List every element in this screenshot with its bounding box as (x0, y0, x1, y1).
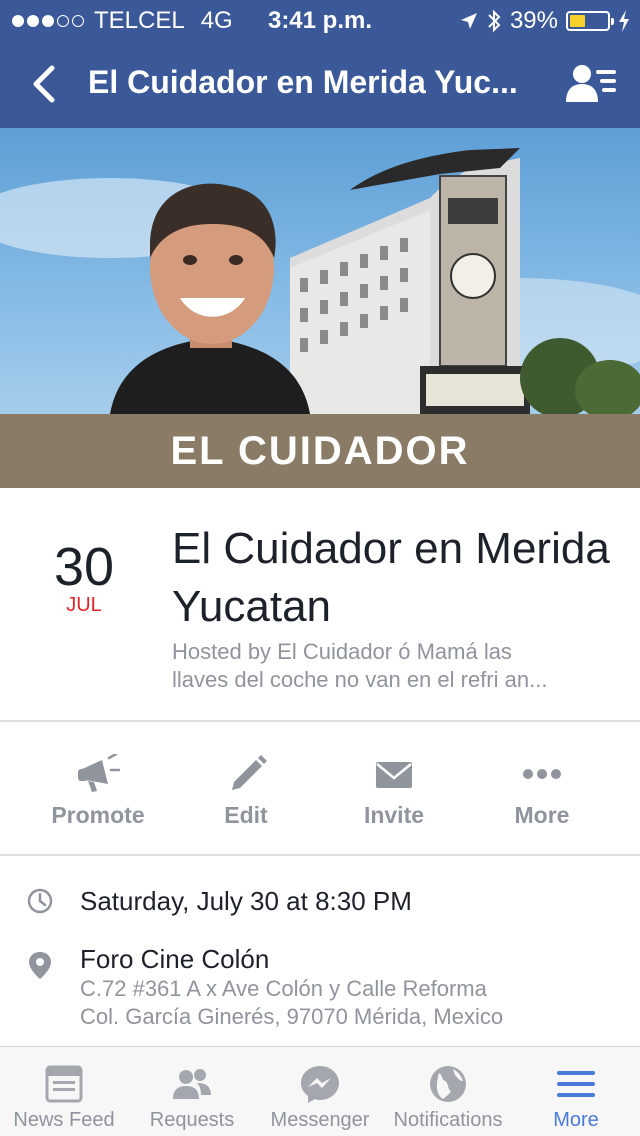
event-datetime[interactable]: Saturday, July 30 at 8:30 PM (80, 886, 412, 917)
location-arrow-icon (460, 13, 477, 29)
tab-notifications[interactable]: Notifications (384, 1047, 512, 1136)
globe-icon (430, 1066, 466, 1102)
tab-requests-label: Requests (149, 1109, 235, 1131)
promote-label: Promote (51, 802, 145, 828)
page-title: El Cuidador en Merida Yuc... (88, 64, 518, 100)
event-host[interactable]: Hosted by El Cuidador ó Mamá las llaves … (172, 638, 602, 694)
profile-list-icon[interactable] (566, 62, 618, 106)
invite-label: Invite (363, 802, 425, 828)
venue-name[interactable]: Foro Cine Colón (80, 944, 269, 975)
event-host-line-2: llaves del coche no van en el refri an..… (172, 667, 548, 692)
battery-icon (566, 11, 614, 31)
more-dots-icon (523, 769, 561, 779)
venue-address-line-1: C.72 #361 A x Ave Colón y Calle Reforma (80, 976, 487, 1001)
event-screen: TELCEL 4G 3:41 p.m. 39% El Cuidador en M… (0, 0, 640, 1136)
more-actions-label: More (514, 802, 570, 828)
tab-more-label: More (553, 1109, 599, 1131)
tab-more[interactable]: More (512, 1047, 640, 1136)
pencil-icon (232, 755, 267, 790)
event-date-day: 30 (53, 537, 115, 597)
cover-title-band: EL CUIDADOR (0, 414, 640, 488)
charging-bolt-icon (619, 10, 629, 32)
bottom-tab-bar: News Feed Requests Messenger Notificatio… (0, 1046, 640, 1136)
tab-news-feed-label: News Feed (13, 1109, 115, 1131)
hamburger-menu-icon (557, 1071, 595, 1097)
edit-button[interactable]: Edit (172, 722, 320, 856)
more-actions-button[interactable]: More (468, 722, 616, 856)
top-bar: TELCEL 4G 3:41 p.m. 39% El Cuidador en M… (0, 0, 640, 128)
promote-button[interactable]: Promote (24, 722, 172, 856)
event-date-month: JUL (66, 594, 102, 616)
edit-label: Edit (224, 802, 268, 828)
tab-news-feed[interactable]: News Feed (0, 1047, 128, 1136)
status-right: 39% (460, 7, 630, 35)
event-actions: Promote Edit Invite More (0, 722, 640, 856)
chevron-left-icon[interactable] (24, 62, 64, 106)
event-cover-photo[interactable]: EL CUIDADOR (0, 128, 640, 488)
news-feed-icon (45, 1065, 83, 1103)
clock-icon (27, 888, 53, 914)
status-bar: TELCEL 4G 3:41 p.m. 39% (0, 0, 640, 40)
navigation-bar: El Cuidador en Merida Yuc... (0, 40, 640, 128)
tab-messenger-label: Messenger (270, 1109, 370, 1131)
friend-requests-icon (173, 1069, 211, 1099)
invite-button[interactable]: Invite (320, 722, 468, 856)
tab-messenger[interactable]: Messenger (256, 1047, 384, 1136)
event-details: Saturday, July 30 at 8:30 PM Foro Cine C… (0, 856, 640, 1046)
megaphone-icon (78, 754, 120, 792)
location-pin-icon (29, 952, 51, 979)
cover-illustration (0, 148, 640, 414)
event-host-line-1: Hosted by El Cuidador ó Mamá las (172, 639, 512, 664)
event-header: 30 JUL El Cuidador en Merida Yucatan Hos… (0, 488, 640, 722)
battery-percent: 39% (509, 7, 558, 34)
envelope-icon (376, 762, 412, 788)
messenger-icon (301, 1066, 339, 1103)
bluetooth-icon (488, 9, 501, 33)
tab-notifications-label: Notifications (393, 1109, 503, 1131)
tab-requests[interactable]: Requests (128, 1047, 256, 1136)
venue-address-line-2: Col. García Ginerés, 97070 Mérida, Mexic… (80, 1004, 504, 1029)
event-title: El Cuidador en Merida Yucatan (172, 524, 610, 631)
